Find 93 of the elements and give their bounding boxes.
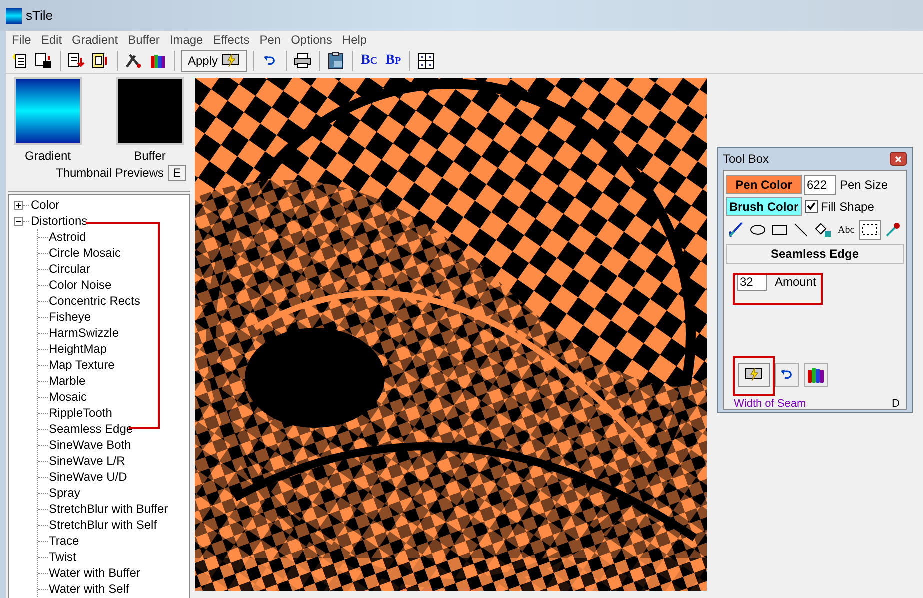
toolbar-button[interactable] [67, 50, 87, 70]
clipboard-icon [328, 52, 344, 70]
hint-text: Width of Seam [734, 397, 806, 412]
menu-item[interactable]: Gradient [72, 30, 118, 48]
tree-item[interactable]: RippleTooth [49, 404, 112, 422]
brush-icon [728, 222, 744, 238]
menu-item[interactable]: File [12, 30, 32, 48]
menu-item[interactable]: Options [291, 30, 332, 48]
tree-item[interactable]: StretchBlur with Buffer [49, 500, 168, 518]
tool-button[interactable]: Abc [836, 220, 857, 240]
tree-item[interactable]: Fisheye [49, 308, 92, 326]
corner-label: D [892, 397, 900, 412]
menu-item[interactable]: Pen [260, 30, 282, 48]
pen-color-button[interactable]: Pen Color [726, 175, 802, 194]
tree-item[interactable]: Marble [49, 372, 86, 390]
tree-item[interactable]: Distortions [31, 212, 88, 230]
tree-item[interactable]: SineWave U/D [49, 468, 128, 486]
printer-icon [294, 52, 312, 68]
toolbar-button[interactable]: BC [359, 54, 380, 68]
toolbar-button[interactable]: BP [384, 54, 404, 68]
new-file-icon [12, 52, 28, 68]
expand-button[interactable]: E [168, 165, 186, 181]
paint-bucket-icon [814, 222, 832, 238]
apply-button[interactable] [738, 363, 770, 387]
tree-item[interactable]: Spray [49, 484, 80, 502]
tree-item[interactable]: Map Texture [49, 356, 115, 374]
undo-icon [263, 56, 278, 66]
ellipse-icon [750, 224, 766, 236]
app-icon [6, 8, 22, 24]
grid-icon [418, 52, 434, 68]
toolbar-button[interactable] [34, 50, 54, 70]
fill-shape-label: Fill Shape [821, 198, 874, 216]
crayons-button[interactable] [804, 363, 828, 387]
collapse-icon[interactable] [14, 216, 23, 226]
tree-item[interactable]: Water with Self [49, 580, 130, 598]
thumbnail-caption: Thumbnail Previews [56, 165, 164, 182]
tree-item[interactable]: HeightMap [49, 340, 108, 358]
apply-button[interactable]: Apply [181, 50, 248, 72]
toolbar-button[interactable] [293, 50, 314, 70]
pen-size-label: Pen Size [840, 176, 888, 194]
menu-item[interactable]: Effects [213, 30, 250, 48]
toolbox-title: Tool Box [723, 151, 770, 168]
undo-button[interactable] [775, 363, 799, 387]
tree-item[interactable]: Water with Buffer [49, 564, 140, 582]
tree-item[interactable]: Mosaic [49, 388, 88, 406]
menu-item[interactable]: Image [170, 30, 204, 48]
tools-icon [125, 52, 143, 68]
tree-item[interactable]: StretchBlur with Self [49, 516, 158, 534]
expand-icon[interactable] [14, 200, 23, 210]
amount-label: Amount [775, 274, 816, 291]
amount-field[interactable]: 32 [737, 273, 767, 291]
crayons-icon [150, 52, 166, 68]
toolbar-button[interactable] [326, 50, 346, 70]
tree-item[interactable]: Circular [49, 260, 90, 278]
undo-icon [780, 370, 794, 380]
lightning-screen-icon [222, 54, 240, 68]
tree-item[interactable]: SineWave L/R [49, 452, 126, 470]
fill-shape-checkbox[interactable] [805, 200, 818, 213]
tree-item[interactable]: Astroid [49, 228, 86, 246]
save-file-icon [35, 52, 53, 68]
menu-item[interactable]: Edit [41, 30, 62, 48]
toolbar-button[interactable] [416, 50, 436, 70]
tree-item[interactable]: Color [31, 196, 60, 214]
thumbnail-label: Gradient [24, 148, 72, 165]
menu-item[interactable]: Help [342, 30, 368, 48]
brush-color-button[interactable]: Brush Color [726, 197, 802, 216]
rectangle-icon [772, 224, 788, 236]
tree-item[interactable]: Twist [49, 548, 76, 566]
copy-file-icon [68, 52, 86, 68]
close-button[interactable] [890, 152, 907, 166]
tree-item[interactable]: HarmSwizzle [49, 324, 120, 342]
highlight-frame [733, 356, 775, 396]
tree-item[interactable]: Concentric Rects [49, 292, 140, 310]
effect-title: Seamless Edge [770, 246, 860, 263]
crayons-icon [807, 366, 825, 384]
thumbnail-label: Buffer [134, 148, 166, 165]
tree-item[interactable]: Circle Mosaic [49, 244, 122, 262]
tool-button[interactable] [858, 220, 881, 240]
eyedropper-icon [884, 222, 901, 238]
menu-item[interactable]: Buffer [128, 30, 160, 48]
tree-item[interactable]: SineWave Both [49, 436, 132, 454]
thumbnail-preview [116, 77, 184, 145]
thumbnail-preview [14, 77, 82, 145]
close-icon [895, 156, 902, 162]
pen-size-field[interactable]: 622 [804, 174, 836, 194]
tree-item[interactable]: Color Noise [49, 276, 112, 294]
tree-item[interactable]: Seamless Edge [49, 420, 134, 438]
paste-file-icon [92, 52, 110, 68]
tree-item[interactable]: Trace [49, 532, 80, 550]
line-icon [794, 223, 808, 237]
selection-icon [862, 224, 878, 236]
window-title: sTile [26, 6, 53, 25]
lightning-screen-icon [745, 368, 763, 382]
